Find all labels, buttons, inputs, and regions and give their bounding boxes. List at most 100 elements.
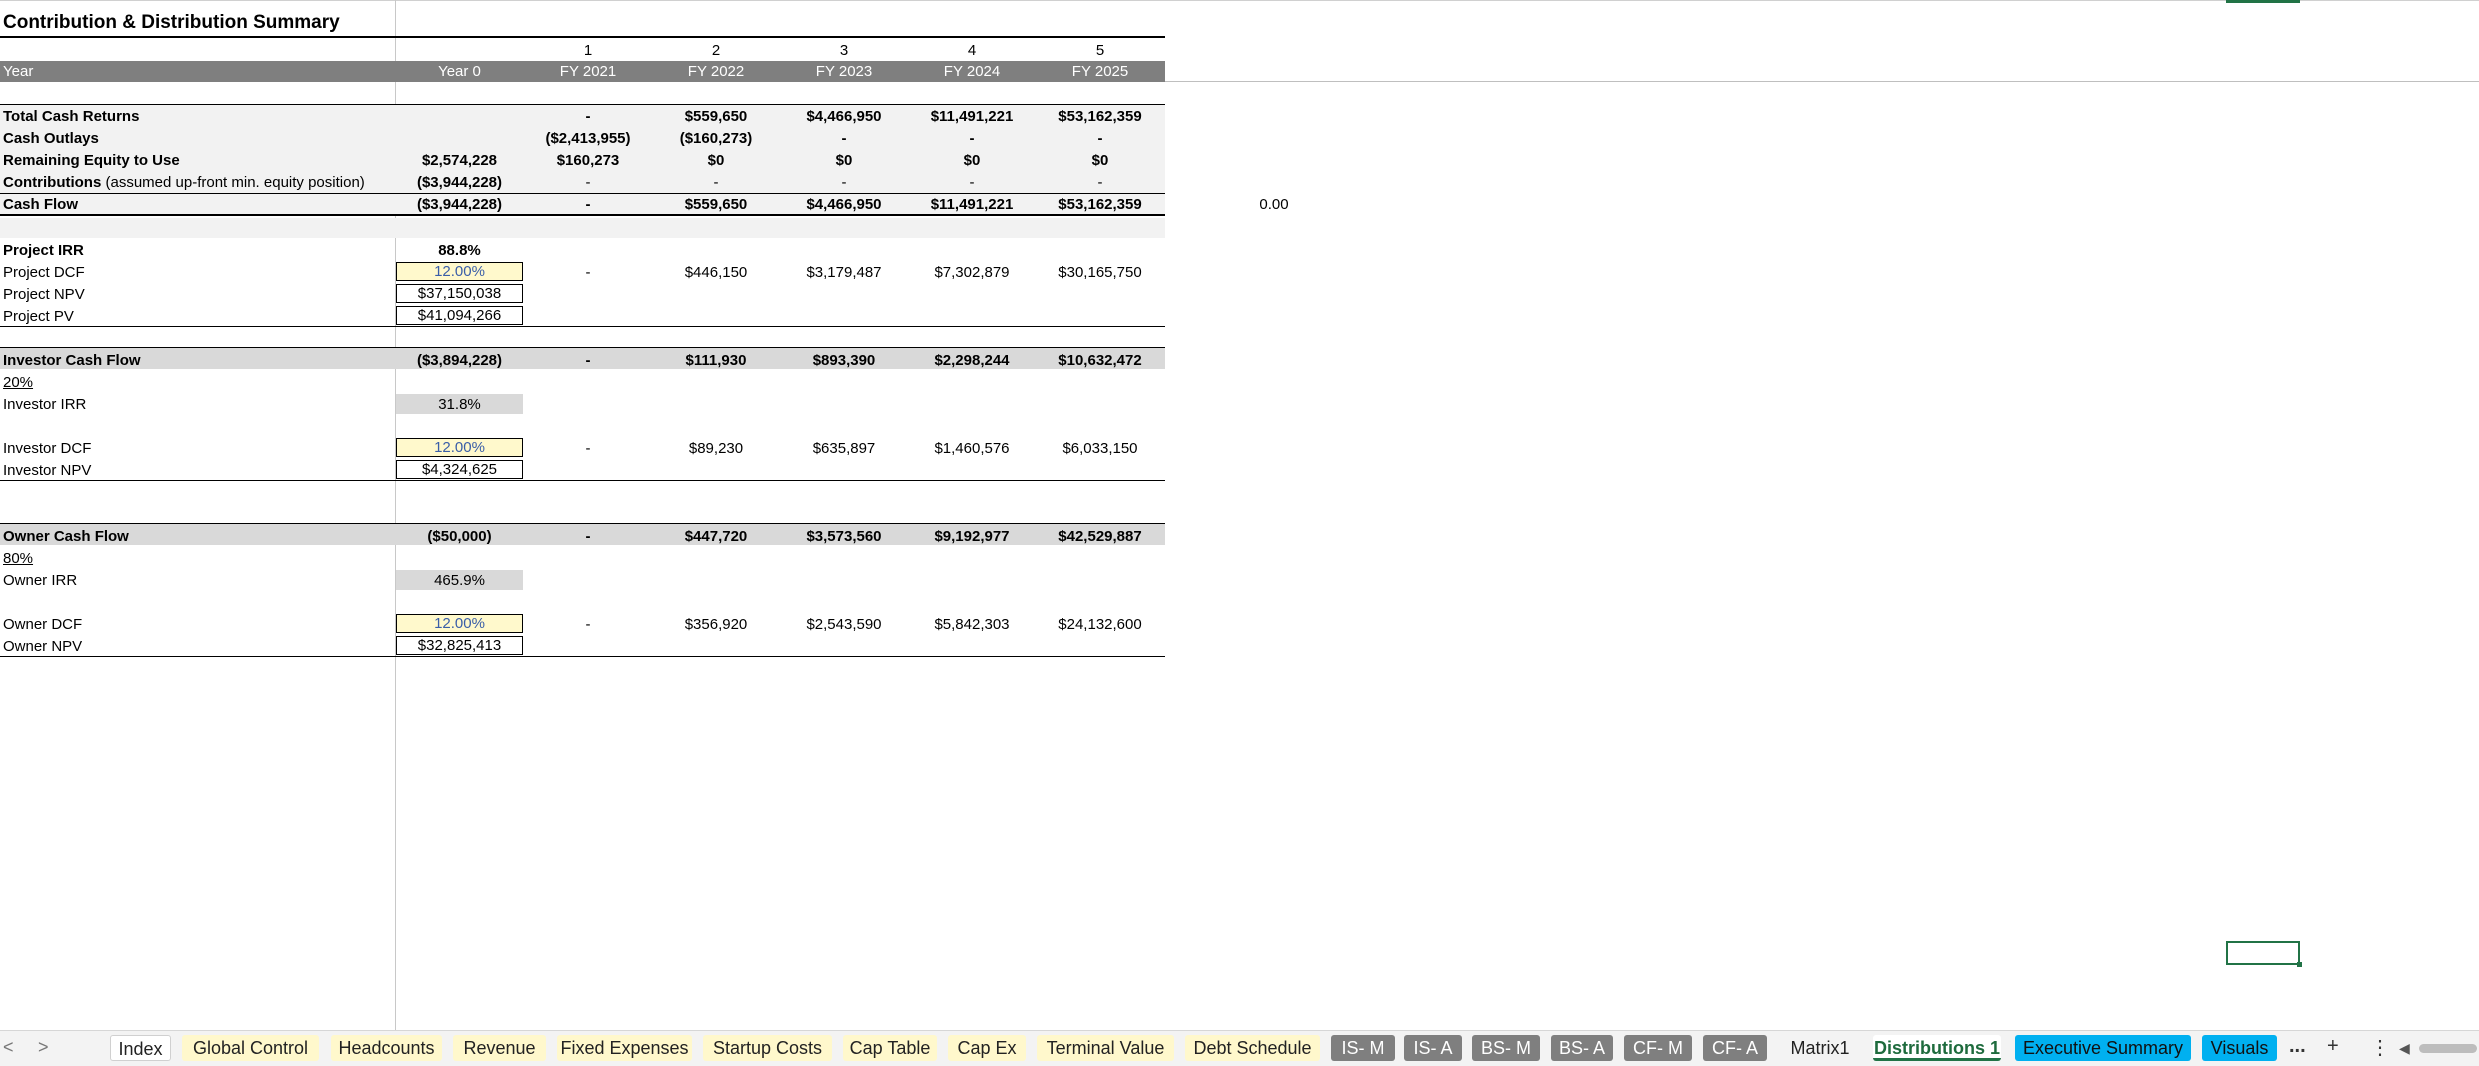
cell-value[interactable]: $53,162,359	[1036, 106, 1164, 127]
cell-value[interactable]: $0	[1036, 150, 1164, 171]
cell-value[interactable]: $356,920	[652, 614, 780, 635]
cell-value[interactable]: -	[908, 172, 1036, 193]
cell-value[interactable]: ($160,273)	[652, 128, 780, 149]
cell-value[interactable]: $30,165,750	[1036, 262, 1164, 283]
owner-npv-value[interactable]: $32,825,413	[396, 635, 523, 656]
add-sheet-button[interactable]: +	[2327, 1035, 2339, 1058]
tab-headcounts[interactable]: Headcounts	[331, 1035, 442, 1061]
tab-scroll-prev-button[interactable]: <	[3, 1037, 14, 1058]
cell-value[interactable]: $893,390	[780, 350, 908, 371]
row-label: Project PV	[3, 308, 74, 325]
cell-value[interactable]: $0	[652, 150, 780, 171]
tab-cap-table[interactable]: Cap Table	[843, 1035, 937, 1061]
investor-irr-value[interactable]: 31.8%	[396, 394, 523, 415]
more-tabs-icon[interactable]: ...	[2289, 1035, 2306, 1058]
scroll-left-icon[interactable]: ◀	[2399, 1040, 2410, 1057]
cell-value[interactable]: $7,302,879	[908, 262, 1036, 283]
cell-value[interactable]: $447,720	[652, 526, 780, 547]
project-npv-value[interactable]: $37,150,038	[396, 283, 523, 304]
cell-value[interactable]: $53,162,359	[1036, 194, 1164, 215]
tab-visuals[interactable]: Visuals	[2202, 1035, 2277, 1061]
cell-value[interactable]: -	[524, 194, 652, 215]
cell-value[interactable]: $11,491,221	[908, 106, 1036, 127]
tab-distributions-1[interactable]: Distributions 1	[1873, 1035, 2001, 1061]
tab-bs-m[interactable]: BS- M	[1472, 1035, 1540, 1061]
cell-value[interactable]: $3,179,487	[780, 262, 908, 283]
tab-index[interactable]: Index	[110, 1035, 171, 1061]
year-header: FY 2025	[1071, 63, 1129, 80]
tab-matrix1[interactable]: Matrix1	[1778, 1035, 1862, 1061]
cell-value[interactable]: $4,466,950	[780, 106, 908, 127]
cell-value[interactable]: $559,650	[652, 194, 780, 215]
owner-irr-value[interactable]: 465.9%	[396, 570, 523, 591]
investor-dcf-rate[interactable]: 12.00%	[396, 437, 523, 458]
cell-value[interactable]: ($3,944,228)	[396, 172, 523, 193]
cell-value[interactable]: $9,192,977	[908, 526, 1036, 547]
cell-value[interactable]: -	[1036, 128, 1164, 149]
tab-bs-a[interactable]: BS- A	[1551, 1035, 1613, 1061]
cell-value[interactable]: -	[524, 262, 652, 283]
cell-value[interactable]: $0	[908, 150, 1036, 171]
investor-share[interactable]: 20%	[3, 372, 33, 393]
tab-debt-schedule[interactable]: Debt Schedule	[1185, 1035, 1320, 1061]
tab-fixed-expenses[interactable]: Fixed Expenses	[557, 1035, 692, 1061]
cell-value[interactable]: ($50,000)	[396, 526, 523, 547]
cell-value[interactable]: -	[524, 614, 652, 635]
owner-dcf-rate[interactable]: 12.00%	[396, 613, 523, 634]
tab-scroll-next-button[interactable]: >	[38, 1037, 49, 1058]
tab-terminal-value[interactable]: Terminal Value	[1037, 1035, 1174, 1061]
tab-revenue[interactable]: Revenue	[453, 1035, 546, 1061]
cell-value[interactable]: -	[524, 526, 652, 547]
cell-value[interactable]: -	[524, 106, 652, 127]
tab-cf-m[interactable]: CF- M	[1624, 1035, 1692, 1061]
tab-cf-a[interactable]: CF- A	[1703, 1035, 1767, 1061]
cell-value[interactable]: $10,632,472	[1036, 350, 1164, 371]
project-dcf-rate[interactable]: 12.00%	[396, 261, 523, 282]
tab-options-icon[interactable]: ⋮	[2370, 1035, 2390, 1060]
tab-is-a[interactable]: IS- A	[1404, 1035, 1462, 1061]
cell-value[interactable]: -	[780, 128, 908, 149]
project-pv-value[interactable]: $41,094,266	[396, 305, 523, 326]
cell-value[interactable]: $160,273	[524, 150, 652, 171]
tab-cap-ex[interactable]: Cap Ex	[948, 1035, 1026, 1061]
cell-value[interactable]: -	[652, 172, 780, 193]
cell-value[interactable]: $42,529,887	[1036, 526, 1164, 547]
cell-value[interactable]: $3,573,560	[780, 526, 908, 547]
cell-value[interactable]: $24,132,600	[1036, 614, 1164, 635]
cell-value[interactable]: ($3,944,228)	[396, 194, 523, 215]
cell-value[interactable]: $5,842,303	[908, 614, 1036, 635]
cell-value[interactable]: ($3,894,228)	[396, 350, 523, 371]
investor-npv-value[interactable]: $4,324,625	[396, 459, 523, 480]
cell-value[interactable]: $559,650	[652, 106, 780, 127]
spreadsheet-grid[interactable]: Contribution & Distribution Summary 1 2 …	[0, 0, 2479, 1030]
cell-value[interactable]: -	[524, 438, 652, 459]
cell-value[interactable]: $446,150	[652, 262, 780, 283]
cell-value[interactable]: -	[1036, 172, 1164, 193]
project-irr-value[interactable]: 88.8%	[396, 240, 523, 261]
cell-value[interactable]: -	[908, 128, 1036, 149]
active-cell-selection[interactable]	[2226, 941, 2302, 967]
cell-value[interactable]: $6,033,150	[1036, 438, 1164, 459]
tab-global-control[interactable]: Global Control	[182, 1035, 319, 1061]
tab-is-m[interactable]: IS- M	[1331, 1035, 1395, 1061]
cell-value[interactable]: $0	[780, 150, 908, 171]
cell-value[interactable]: ($2,413,955)	[524, 128, 652, 149]
tab-startup-costs[interactable]: Startup Costs	[703, 1035, 832, 1061]
cell-value[interactable]: $111,930	[652, 350, 780, 371]
cell-value[interactable]: -	[524, 350, 652, 371]
horizontal-scrollbar-thumb[interactable]	[2419, 1044, 2477, 1053]
cell-value[interactable]: $635,897	[780, 438, 908, 459]
cell-value[interactable]: -	[780, 172, 908, 193]
cell-value[interactable]: $2,574,228	[396, 150, 523, 171]
cell-value[interactable]: $11,491,221	[908, 194, 1036, 215]
cell-value[interactable]: $2,543,590	[780, 614, 908, 635]
cell-value[interactable]: 0.00	[1212, 194, 1336, 215]
owner-share[interactable]: 80%	[3, 548, 33, 569]
cell-value[interactable]: $2,298,244	[908, 350, 1036, 371]
cell-value[interactable]: $89,230	[652, 438, 780, 459]
cell-value[interactable]: $1,460,576	[908, 438, 1036, 459]
row-label: Total Cash Returns	[3, 108, 140, 125]
cell-value[interactable]: $4,466,950	[780, 194, 908, 215]
tab-executive-summary[interactable]: Executive Summary	[2015, 1035, 2191, 1061]
cell-value[interactable]: -	[524, 172, 652, 193]
